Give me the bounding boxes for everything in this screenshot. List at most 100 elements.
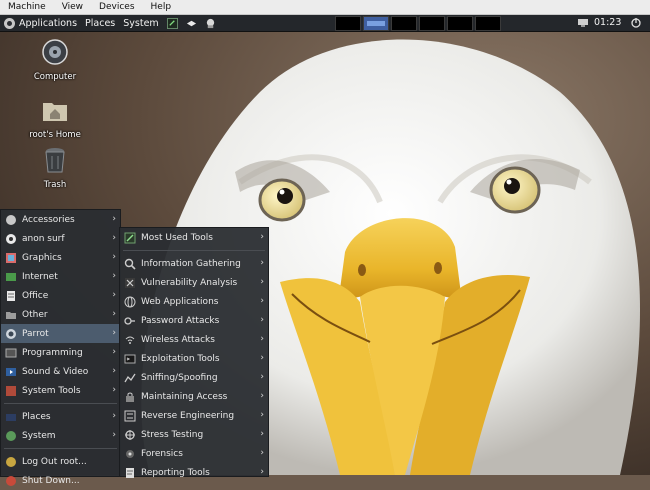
workspace-2[interactable] xyxy=(363,16,389,31)
information-gathering-icon xyxy=(124,258,136,270)
chevron-right-icon: › xyxy=(260,353,264,363)
submenu-item-wireless-attacks[interactable]: Wireless Attacks › xyxy=(120,330,268,349)
system-menu-button[interactable]: System xyxy=(119,18,162,29)
desktop-icon-label: Trash xyxy=(43,180,67,190)
submenu-item-label: Maintaining Access xyxy=(141,391,228,402)
workspace-4[interactable] xyxy=(419,16,445,31)
web-applications-icon xyxy=(124,296,136,307)
workspace-3[interactable] xyxy=(391,16,417,31)
menu-item-label: System xyxy=(22,430,56,441)
menu-item-label: Sound & Video xyxy=(22,366,89,377)
sniffing-spoofing-icon xyxy=(124,373,136,382)
chevron-right-icon: › xyxy=(260,448,264,458)
vm-menu-machine[interactable]: Machine xyxy=(0,2,54,12)
mail-launcher-icon[interactable] xyxy=(186,18,197,29)
submenu-item-sniffing-spoofing[interactable]: Sniffing/Spoofing › xyxy=(120,368,268,387)
menu-item-accessories[interactable]: Accessories › xyxy=(1,210,120,229)
panel-clock[interactable]: 01:23 xyxy=(594,17,621,28)
submenu-item-label: Reverse Engineering xyxy=(141,410,235,421)
chevron-right-icon: › xyxy=(260,334,264,344)
submenu-item-label: Vulnerability Analysis xyxy=(141,277,238,288)
menu-item-label: Parrot xyxy=(22,328,49,339)
parrot-submenu: Most Used Tools › Information Gathering … xyxy=(119,227,269,478)
menu-item-shut-down[interactable]: Shut Down... xyxy=(1,471,120,490)
chevron-right-icon: › xyxy=(112,411,116,421)
chevron-right-icon: › xyxy=(112,214,116,224)
menu-item-system[interactable]: System › xyxy=(1,426,120,445)
submenu-item-label: Most Used Tools xyxy=(141,232,213,243)
exploitation-tools-icon xyxy=(124,354,136,363)
places-menu-button[interactable]: Places xyxy=(81,18,119,29)
desktop-icon-label: root's Home xyxy=(29,130,81,140)
submenu-item-reporting-tools[interactable]: Reporting Tools › xyxy=(120,463,268,482)
submenu-item-vulnerability-analysis[interactable]: Vulnerability Analysis › xyxy=(120,273,268,292)
vm-menu-help[interactable]: Help xyxy=(143,2,180,12)
chevron-right-icon: › xyxy=(260,429,264,439)
menu-item-log-out[interactable]: Log Out root... xyxy=(1,452,120,471)
shutdown-icon xyxy=(6,475,16,486)
menu-item-office[interactable]: Office › xyxy=(1,286,120,305)
menu-item-graphics[interactable]: Graphics › xyxy=(1,248,120,267)
submenu-item-label: Sniffing/Spoofing xyxy=(141,372,218,383)
home-folder-icon xyxy=(43,103,67,121)
reporting-tools-icon xyxy=(126,467,134,478)
submenu-item-label: Forensics xyxy=(141,448,183,459)
logout-icon xyxy=(6,456,16,467)
menu-item-label: Log Out root... xyxy=(22,456,87,467)
desktop-icon-home[interactable]: root's Home xyxy=(25,96,85,140)
office-icon xyxy=(7,290,15,301)
reverse-engineering-icon xyxy=(124,410,136,421)
menu-item-label: Accessories xyxy=(22,214,75,225)
menu-item-anon-surf[interactable]: anon surf › xyxy=(1,229,120,248)
browser-launcher-icon[interactable] xyxy=(205,18,216,29)
chevron-right-icon: › xyxy=(112,290,116,300)
submenu-item-stress-testing[interactable]: Stress Testing › xyxy=(120,425,268,444)
parrot-icon xyxy=(6,328,16,339)
submenu-item-label: Reporting Tools xyxy=(141,467,210,478)
menu-item-programming[interactable]: Programming › xyxy=(1,343,120,362)
menu-item-system-tools[interactable]: System Tools › xyxy=(1,381,120,400)
power-icon[interactable] xyxy=(630,17,642,29)
workspace-6[interactable] xyxy=(475,16,501,31)
applications-menu: Accessories › anon surf › Graphics › Int… xyxy=(0,209,121,486)
submenu-item-most-used-tools[interactable]: Most Used Tools › xyxy=(120,228,268,247)
vm-menu-view[interactable]: View xyxy=(54,2,91,12)
menu-item-sound-video[interactable]: Sound & Video › xyxy=(1,362,120,381)
vm-menu-devices[interactable]: Devices xyxy=(91,2,142,12)
chevron-right-icon: › xyxy=(112,347,116,357)
workspace-switcher xyxy=(335,16,503,31)
chevron-right-icon: › xyxy=(112,366,116,376)
workspace-5[interactable] xyxy=(447,16,473,31)
programming-icon xyxy=(5,348,17,357)
submenu-item-exploitation-tools[interactable]: Exploitation Tools › xyxy=(120,349,268,368)
submenu-item-reverse-engineering[interactable]: Reverse Engineering › xyxy=(120,406,268,425)
submenu-item-label: Information Gathering xyxy=(141,258,241,269)
menu-item-other[interactable]: Other › xyxy=(1,305,120,324)
forensics-icon xyxy=(126,449,134,458)
other-icon xyxy=(6,311,16,319)
parrot-logo-icon xyxy=(4,17,15,29)
menu-separator xyxy=(4,403,117,404)
system-tools-icon xyxy=(6,385,16,396)
workspace-1[interactable] xyxy=(335,16,361,31)
menu-item-places[interactable]: Places › xyxy=(1,407,120,426)
chevron-right-icon: › xyxy=(112,430,116,440)
accessories-icon xyxy=(6,214,16,225)
submenu-item-web-applications[interactable]: Web Applications › xyxy=(120,292,268,311)
internet-icon xyxy=(6,272,16,281)
submenu-item-password-attacks[interactable]: Password Attacks › xyxy=(120,311,268,330)
menu-item-parrot[interactable]: Parrot › xyxy=(1,324,120,343)
applications-menu-button[interactable]: Applications xyxy=(0,17,81,29)
trash-icon xyxy=(45,148,65,173)
menu-item-internet[interactable]: Internet › xyxy=(1,267,120,286)
anonsurf-icon xyxy=(6,233,16,244)
terminal-launcher-icon[interactable] xyxy=(166,17,178,29)
menu-item-label: Programming xyxy=(22,347,83,358)
submenu-item-forensics[interactable]: Forensics › xyxy=(120,444,268,463)
chevron-right-icon: › xyxy=(260,315,264,325)
submenu-item-maintaining-access[interactable]: Maintaining Access › xyxy=(120,387,268,406)
desktop-icon-trash[interactable]: Trash xyxy=(25,146,85,190)
submenu-item-information-gathering[interactable]: Information Gathering › xyxy=(120,254,268,273)
network-icon[interactable] xyxy=(577,18,589,28)
desktop-icon-computer[interactable]: Computer xyxy=(25,38,85,82)
